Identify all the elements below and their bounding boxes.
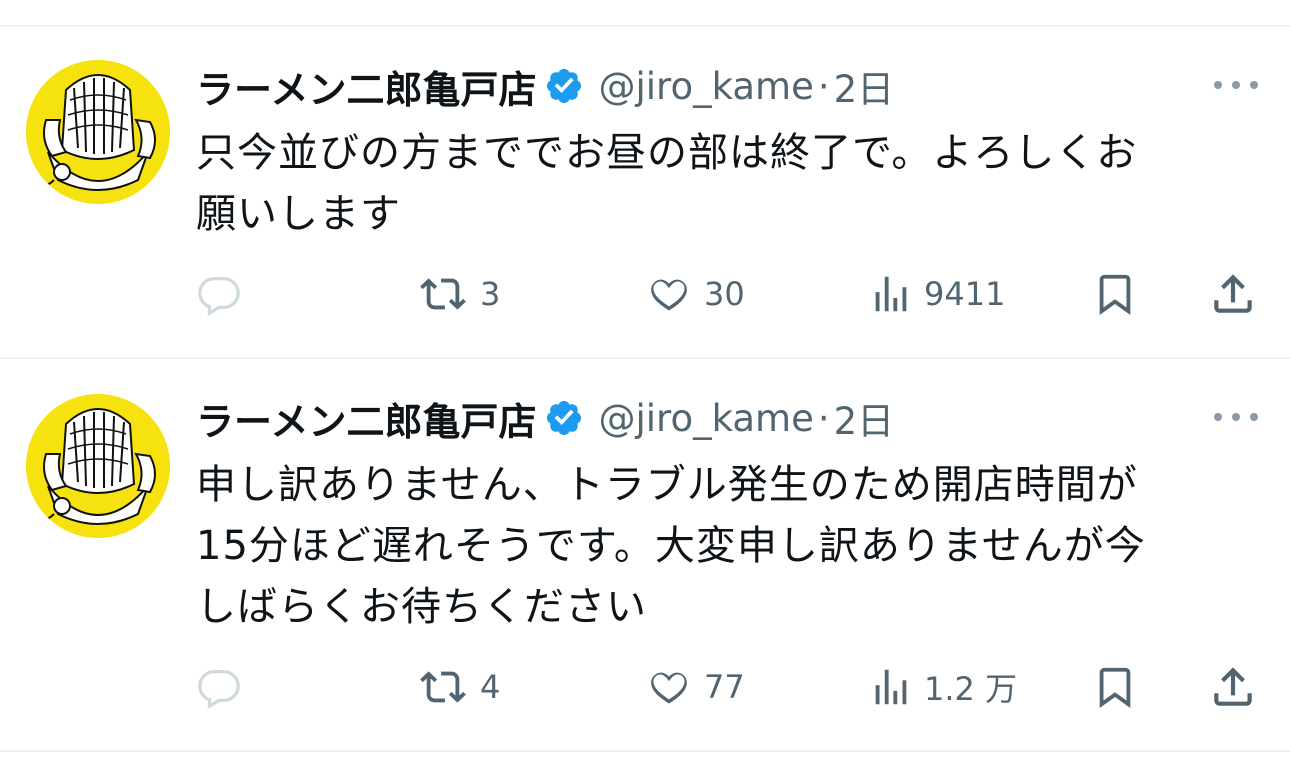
- separator-dot: ·: [817, 396, 830, 440]
- retweet-button[interactable]: 4: [416, 657, 500, 717]
- tweet-text: 只今並びの方まででお昼の部は終了で。よろしくお 願いします: [196, 123, 1256, 245]
- reply-button[interactable]: [196, 657, 252, 717]
- avatar[interactable]: [26, 60, 170, 204]
- views-bar-chart-icon: [875, 276, 907, 312]
- retweet-count: 3: [480, 275, 501, 313]
- author-name[interactable]: ラーメン二郎亀戸店: [196, 391, 536, 446]
- share-upload-icon: [1214, 274, 1252, 313]
- reply-button[interactable]: [196, 264, 252, 324]
- share-upload-icon: [1214, 667, 1252, 706]
- like-count: 77: [704, 668, 745, 706]
- bookmark-icon: [1099, 667, 1131, 708]
- tweet-text-line: 15分ほど遅れそうです。大変申し訳ありませんが今: [196, 523, 1146, 569]
- tweet-text-line: しばらくお待ちください: [196, 584, 647, 630]
- tweet-header: ラーメン二郎亀戸店 @jiro_kame · 2日: [196, 58, 894, 114]
- reply-bubble-icon: [198, 277, 240, 317]
- action-bar: 4 77 1.2 万: [0, 657, 1290, 717]
- tweet-timestamp[interactable]: 2日: [834, 59, 895, 113]
- retweet-icon: [420, 278, 466, 310]
- heart-icon: [651, 279, 687, 311]
- tweet-header: ラーメン二郎亀戸店 @jiro_kame · 2日: [196, 390, 894, 446]
- tweet-text-line: 願いします: [196, 191, 401, 237]
- avatar[interactable]: [26, 394, 170, 538]
- like-count: 30: [704, 275, 745, 313]
- action-bar: 3 30 9411: [0, 264, 1290, 324]
- views-bar-chart-icon: [875, 669, 907, 705]
- views-count: 9411: [924, 275, 1006, 313]
- more-dots-icon[interactable]: [1214, 402, 1258, 432]
- views-button[interactable]: 9411: [868, 264, 1005, 324]
- ramen-avatar-image: [26, 60, 170, 204]
- ramen-avatar-image: [26, 394, 170, 538]
- more-dots-icon[interactable]: [1214, 70, 1258, 100]
- separator-dot: ·: [817, 64, 830, 108]
- divider: [0, 357, 1290, 359]
- verified-badge-icon[interactable]: [544, 398, 584, 438]
- verified-badge-icon[interactable]: [544, 66, 584, 106]
- tweet-text-line: 申し訳ありません、トラブル発生のため開店時間が: [196, 462, 1138, 508]
- like-button[interactable]: 30: [644, 264, 745, 324]
- tweet-text-line: 只今並びの方まででお昼の部は終了で。よろしくお: [196, 130, 1138, 176]
- tweet-text: 申し訳ありません、トラブル発生のため開店時間が 15分ほど遅れそうです。大変申し…: [196, 455, 1256, 638]
- share-button[interactable]: [1208, 264, 1258, 324]
- timeline-feed: ラーメン二郎亀戸店 @jiro_kame · 2日 只今並びの方まででお昼の部は…: [0, 0, 1290, 781]
- divider: [0, 750, 1290, 752]
- heart-icon: [651, 672, 687, 704]
- author-handle[interactable]: @jiro_kame: [598, 65, 813, 108]
- views-count: 1.2 万: [924, 670, 1018, 708]
- author-handle[interactable]: @jiro_kame: [598, 397, 813, 440]
- bookmark-button[interactable]: [1092, 264, 1138, 324]
- share-button[interactable]: [1208, 657, 1258, 717]
- retweet-count: 4: [480, 668, 501, 706]
- views-button[interactable]: 1.2 万: [868, 657, 1017, 717]
- author-name[interactable]: ラーメン二郎亀戸店: [196, 59, 536, 114]
- bookmark-button[interactable]: [1092, 657, 1138, 717]
- tweet-timestamp[interactable]: 2日: [834, 391, 895, 445]
- retweet-icon: [420, 671, 466, 703]
- reply-bubble-icon: [198, 670, 240, 710]
- like-button[interactable]: 77: [644, 657, 745, 717]
- divider: [0, 25, 1290, 27]
- bookmark-icon: [1099, 274, 1131, 315]
- retweet-button[interactable]: 3: [416, 264, 500, 324]
